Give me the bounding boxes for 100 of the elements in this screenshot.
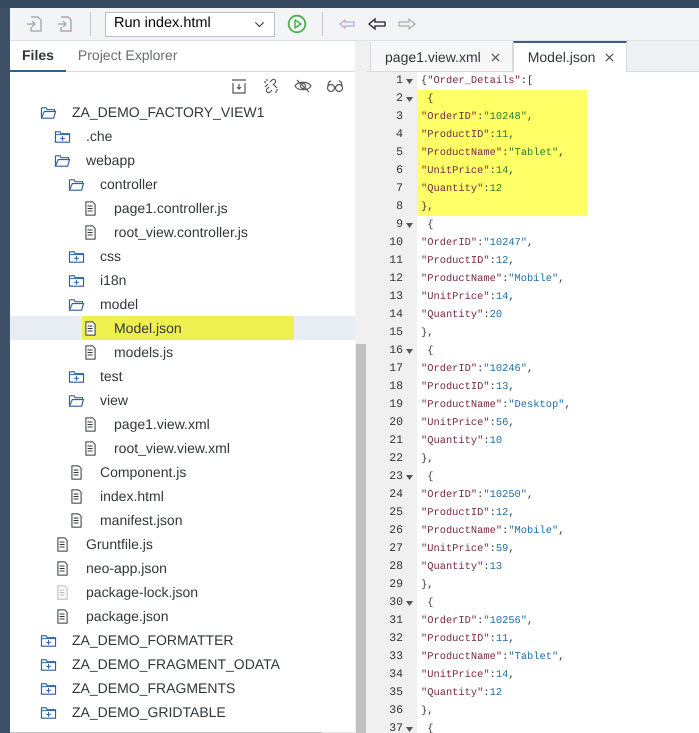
tree-item[interactable]: ZA_DEMO_FORMATTER xyxy=(10,628,355,652)
fold-caret-icon[interactable] xyxy=(406,726,413,732)
file-name: .che xyxy=(86,126,112,146)
file-name: ZA_DEMO_FORMATTER xyxy=(72,630,234,650)
file-name: root_view.controller.js xyxy=(114,222,248,242)
tree-item[interactable]: models.js xyxy=(10,340,355,364)
code-line: {"Order_Details":[ xyxy=(421,74,534,89)
scrollbar-thumb[interactable] xyxy=(356,344,366,733)
fold-caret-icon[interactable] xyxy=(406,600,413,606)
file-name: Gruntfile.js xyxy=(86,534,153,554)
file-name: webapp xyxy=(86,150,136,170)
fold-caret-icon[interactable] xyxy=(406,78,413,84)
fold-caret-icon[interactable] xyxy=(406,222,413,228)
tree-item[interactable]: ZA_DEMO_FACTORY_VIEW1 xyxy=(10,100,355,124)
unlink-icon[interactable] xyxy=(261,76,281,96)
editor-tab[interactable]: page1.view.xml xyxy=(370,41,513,71)
line-number: 5 xyxy=(396,145,403,162)
file-name: i18n xyxy=(100,270,126,290)
tree-item[interactable]: controller xyxy=(10,172,355,196)
line-number: 27 xyxy=(389,541,403,558)
fold-caret-icon[interactable] xyxy=(406,474,413,480)
close-icon[interactable] xyxy=(605,53,614,62)
line-number: 22 xyxy=(389,451,403,468)
line-number: 25 xyxy=(389,505,403,522)
code-line: }, xyxy=(421,704,434,719)
tree-item[interactable]: .che xyxy=(10,124,355,148)
line-number: 33 xyxy=(389,649,403,666)
tree-item[interactable]: page1.view.xml xyxy=(10,412,355,436)
tree-item[interactable]: Gruntfile.js xyxy=(10,532,355,556)
line-number: 10 xyxy=(389,235,403,252)
tree-item[interactable]: ZA_DEMO_FRAGMENT_ODATA xyxy=(10,652,355,676)
tree-item[interactable]: test xyxy=(10,364,355,388)
tree-item[interactable]: i18n xyxy=(10,268,355,292)
code-line: "OrderID":"10256", xyxy=(421,614,534,629)
code-line: "ProductID":12, xyxy=(421,254,515,269)
fold-caret-icon[interactable] xyxy=(406,348,413,354)
tree-item[interactable]: neo-app.json xyxy=(10,556,355,580)
code-line: "UnitPrice":14, xyxy=(421,668,515,683)
code-line: { xyxy=(426,722,434,733)
tree-item[interactable]: package-lock.json xyxy=(10,580,355,604)
tree-item[interactable]: root_view.controller.js xyxy=(10,220,355,244)
code-line: "UnitPrice":59, xyxy=(421,542,515,557)
code-line: { xyxy=(426,596,434,611)
line-number: 28 xyxy=(389,559,403,576)
tree-item[interactable]: view xyxy=(10,388,355,412)
panel-tab[interactable]: Files xyxy=(10,41,66,72)
tree-item[interactable]: Component.js xyxy=(10,460,355,484)
file-name: ZA_DEMO_FRAGMENT_ODATA xyxy=(72,654,280,674)
line-number: 23 xyxy=(389,469,403,486)
line-number: 9 xyxy=(396,217,403,234)
line-number: 36 xyxy=(389,703,403,720)
code-line: }, xyxy=(421,326,434,341)
line-number: 1 xyxy=(396,73,403,90)
file-name: ZA_DEMO_FACTORY_VIEW1 xyxy=(72,102,264,122)
line-number: 32 xyxy=(389,631,403,648)
tree-item[interactable]: manifest.json xyxy=(10,508,355,532)
code-line: "Quantity":10 xyxy=(421,434,502,449)
editor-tab[interactable]: Model.json xyxy=(512,41,628,72)
code-line: "ProductName":"Mobile", xyxy=(421,272,564,287)
line-number: 2 xyxy=(396,91,403,108)
line-number: 17 xyxy=(389,361,403,378)
code-line: "ProductID":12, xyxy=(421,506,515,521)
vertical-scrollbar[interactable] xyxy=(355,41,367,733)
close-icon[interactable] xyxy=(490,52,500,62)
code-line: "ProductID":13, xyxy=(421,380,515,395)
tree-item[interactable]: ZA_DEMO_GRIDTABLE xyxy=(10,700,355,724)
line-number: 7 xyxy=(396,181,403,198)
line-number: 30 xyxy=(389,595,403,612)
file-name: model xyxy=(100,294,138,314)
file-name: ZA_DEMO_GRIDTABLE xyxy=(72,702,226,722)
code-line: "ProductName":"Mobile", xyxy=(421,524,564,539)
tree-item[interactable]: index.html xyxy=(10,484,355,508)
line-number: 3 xyxy=(396,109,403,126)
tree-item[interactable]: root_view.view.xml xyxy=(10,436,355,460)
file-name: css xyxy=(100,246,121,266)
tree-item[interactable]: model xyxy=(10,292,355,316)
tree-item[interactable]: css xyxy=(10,244,355,268)
tree-item[interactable]: ZA_DEMO_FRAGMENTS xyxy=(10,676,355,700)
line-number: 24 xyxy=(389,487,403,504)
run-config-dropdown[interactable]: Run index.html xyxy=(105,12,275,36)
panel-tab[interactable]: Project Explorer xyxy=(66,41,190,72)
code-line: { xyxy=(426,344,434,359)
line-number: 31 xyxy=(389,613,403,630)
line-number: 21 xyxy=(389,433,403,450)
file-name: models.js xyxy=(114,342,174,362)
tree-item[interactable]: Model.json xyxy=(10,316,355,340)
fold-caret-icon[interactable] xyxy=(406,96,413,102)
tree-item[interactable]: page1.controller.js xyxy=(10,196,355,220)
tree-item[interactable]: webapp xyxy=(10,148,355,172)
code-line: "ProductName":"Tablet", xyxy=(421,650,564,665)
tree-item[interactable]: package.json xyxy=(10,604,355,628)
line-number: 37 xyxy=(389,721,403,733)
line-number: 19 xyxy=(389,397,403,414)
file-name: neo-app.json xyxy=(86,558,167,578)
file-name: test xyxy=(100,366,123,386)
code-line: "UnitPrice":56, xyxy=(421,416,515,431)
code-line: "OrderID":"10246", xyxy=(421,362,534,377)
line-number: 20 xyxy=(389,415,403,432)
line-number: 15 xyxy=(389,325,403,342)
line-number: 16 xyxy=(389,343,403,360)
